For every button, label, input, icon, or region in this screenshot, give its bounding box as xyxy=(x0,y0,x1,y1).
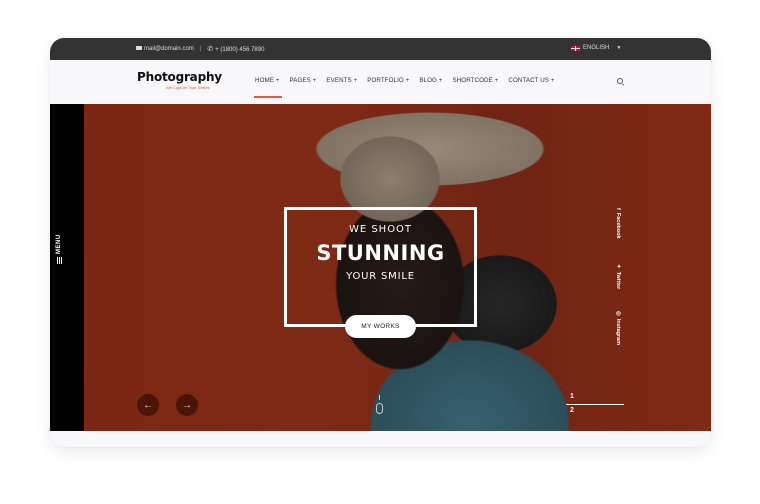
language-selector[interactable]: ENGLISH ▼ xyxy=(571,45,621,51)
hero-caption: WE SHOOT STUNNING YOUR SMILE xyxy=(284,224,477,282)
my-works-button[interactable]: MY WORKS xyxy=(345,315,416,338)
browser-frame: mail@domain.com | ✆ + (1800) 456 7890 ENG… xyxy=(50,38,711,447)
nav-item-contact[interactable]: CONTACT US + xyxy=(508,77,554,84)
menu-text: MENU xyxy=(56,234,62,254)
instagram-label: Instagram xyxy=(615,318,621,346)
facebook-link[interactable]: f Facebook xyxy=(615,208,621,239)
nav-item-portfolio[interactable]: PORTFOLIO + xyxy=(367,77,409,84)
main-navbar: Photography We Capture Your Smiles HOME … xyxy=(50,60,711,104)
logo-title: Photography xyxy=(137,70,222,84)
caption-line-1: WE SHOOT xyxy=(348,224,413,235)
hamburger-icon xyxy=(56,257,62,264)
instagram-icon: ◎ xyxy=(615,311,621,316)
facebook-icon: f xyxy=(615,208,621,210)
contact-info: mail@domain.com | ✆ + (1800) 456 7890 xyxy=(136,45,264,53)
phone-icon: ✆ xyxy=(207,46,214,53)
uk-flag-icon xyxy=(571,45,580,51)
nav-item-events[interactable]: EVENTS + xyxy=(326,77,357,84)
top-bar: mail@domain.com | ✆ + (1800) 456 7890 ENG… xyxy=(50,38,711,60)
scroll-line xyxy=(379,395,380,400)
facebook-label: Facebook xyxy=(615,212,621,239)
pager-divider xyxy=(566,404,624,405)
prev-slide-button[interactable]: ← xyxy=(137,394,159,416)
search-icon[interactable] xyxy=(617,78,623,84)
caption-headline: STUNNING xyxy=(316,241,445,265)
hero-slider: MENU WE SHOOT STUNNING YOUR SMILE MY WOR… xyxy=(50,104,711,431)
menu-label: MENU xyxy=(56,234,62,264)
instagram-link[interactable]: ◎ Instagram xyxy=(615,311,621,345)
email-link[interactable]: mail@domain.com xyxy=(136,46,194,52)
email-text: mail@domain.com xyxy=(144,46,194,52)
twitter-label: Twitter xyxy=(615,271,621,290)
caret-down-icon: ▼ xyxy=(616,45,622,51)
nav-item-pages[interactable]: PAGES + xyxy=(290,77,317,84)
caption-line-3: YOUR SMILE xyxy=(346,271,415,282)
phone-text: + (1800) 456 7890 xyxy=(215,47,265,53)
arrow-right-icon: → xyxy=(182,399,192,411)
language-label: ENGLISH xyxy=(583,45,610,51)
arrow-left-icon: ← xyxy=(143,399,153,411)
nav-item-shortcode[interactable]: SHORTCODE + xyxy=(453,77,499,84)
side-menu-toggle[interactable]: MENU xyxy=(50,104,84,431)
twitter-icon: ✦ xyxy=(615,264,621,269)
divider: | xyxy=(199,46,202,52)
nav-menu: HOME + PAGES + EVENTS + PORTFOLIO + BLOG… xyxy=(254,77,555,98)
nav-item-home[interactable]: HOME + xyxy=(254,77,282,98)
pager-current[interactable]: 1 xyxy=(570,393,574,400)
next-slide-button[interactable]: → xyxy=(176,394,198,416)
logo-tagline: We Capture Your Smiles xyxy=(166,85,210,90)
logo[interactable]: Photography We Capture Your Smiles xyxy=(137,70,222,90)
envelope-icon xyxy=(136,46,142,51)
phone-link[interactable]: ✆ + (1800) 456 7890 xyxy=(207,45,264,53)
pager-total[interactable]: 2 xyxy=(570,407,574,414)
mouse-scroll-icon[interactable] xyxy=(376,403,383,414)
twitter-link[interactable]: ✦ Twitter xyxy=(615,264,621,289)
nav-item-blog[interactable]: BLOG + xyxy=(419,77,442,84)
